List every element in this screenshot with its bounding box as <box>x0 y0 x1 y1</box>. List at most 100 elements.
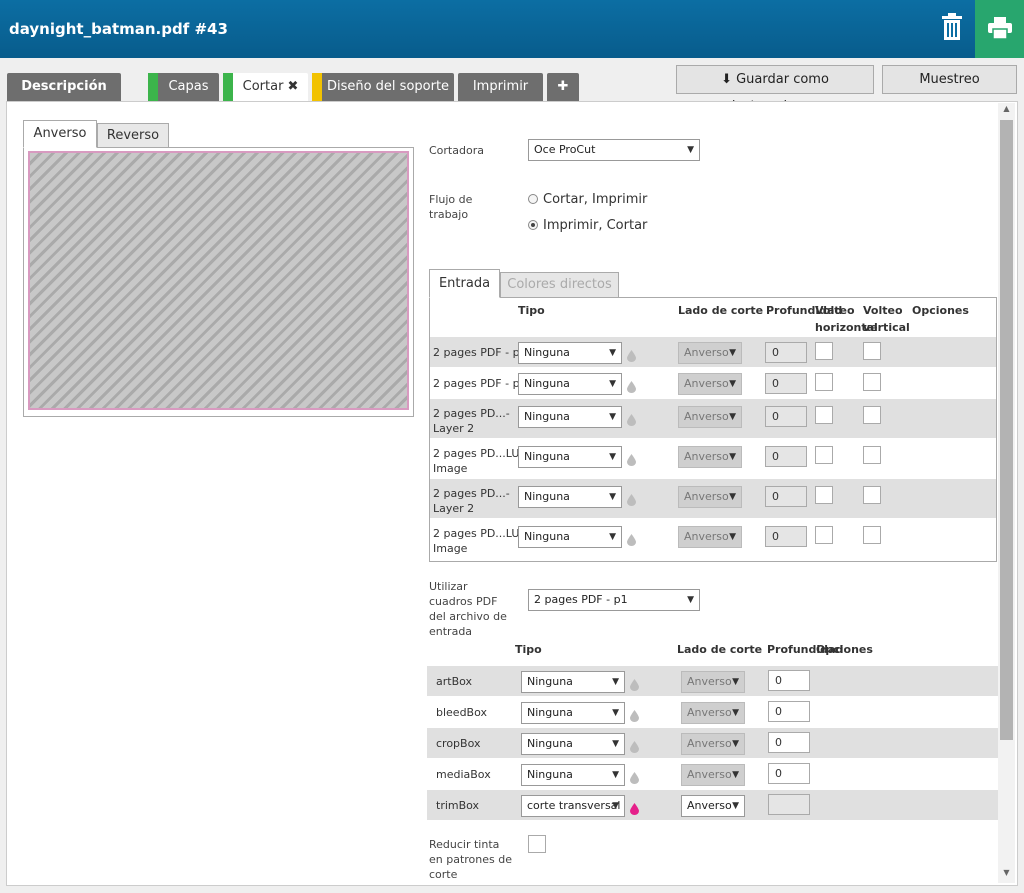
print-button[interactable] <box>975 0 1024 58</box>
status-mark <box>148 73 158 101</box>
trash-icon[interactable] <box>940 12 964 42</box>
depth-input[interactable]: 0 <box>765 373 807 394</box>
chevron-down-icon: ▼ <box>729 379 736 389</box>
tab-front[interactable]: Anverso <box>23 120 97 148</box>
side-select: Anverso ▼ <box>678 526 742 548</box>
tab-description[interactable]: Descripción <box>7 73 121 101</box>
status-mark <box>312 73 322 101</box>
pdfbox-label-4: entrada <box>429 625 473 638</box>
row-name-2: Image <box>433 542 468 555</box>
box-type-select[interactable]: Ninguna ▼ <box>521 702 625 724</box>
type-select[interactable]: Ninguna ▼ <box>518 526 622 548</box>
radio-cut-print[interactable]: Cortar, Imprimir <box>528 192 647 207</box>
row-name: 2 pages PD...LUE <box>433 447 527 460</box>
row-name: 2 pages PDF - p2 <box>433 377 527 390</box>
scrollbar-thumb[interactable] <box>1000 120 1013 740</box>
tab-input[interactable]: Entrada <box>429 269 500 298</box>
box-side-select[interactable]: Anverso ▼ <box>681 795 745 817</box>
chevron-down-icon: ▼ <box>612 677 619 687</box>
chevron-down-icon: ▼ <box>732 677 739 687</box>
type-select[interactable]: Ninguna ▼ <box>518 406 622 428</box>
box-type-select[interactable]: Ninguna ▼ <box>521 671 625 693</box>
add-tab-button[interactable]: ✚ <box>547 73 579 101</box>
depth-input[interactable]: 0 <box>765 446 807 467</box>
flip-horizontal-checkbox[interactable] <box>815 373 833 391</box>
sample-button[interactable]: Muestreo <box>882 65 1017 94</box>
flip-horizontal-checkbox[interactable] <box>815 486 833 504</box>
depth-input[interactable]: 0 <box>765 406 807 427</box>
row-name-2: Layer 2 <box>433 422 475 435</box>
flip-vertical-checkbox[interactable] <box>863 526 881 544</box>
type-select[interactable]: Ninguna ▼ <box>518 342 622 364</box>
box-name: bleedBox <box>436 706 488 719</box>
tab-cut[interactable]: Cortar ✖ <box>223 73 308 103</box>
tab-print[interactable]: Imprimir <box>458 73 543 101</box>
box-depth-input[interactable]: 0 <box>768 670 810 691</box>
side-select: Anverso ▼ <box>678 373 742 395</box>
flip-horizontal-checkbox[interactable] <box>815 342 833 360</box>
workflow-label-1: Flujo de <box>429 193 473 206</box>
close-icon[interactable]: ✖ <box>287 79 298 94</box>
reduce-label-3: corte <box>429 868 458 881</box>
row-name-2: Layer 2 <box>433 502 475 515</box>
drop-icon <box>627 531 636 546</box>
pdfbox-select[interactable]: 2 pages PDF - p1 ▼ <box>528 589 700 611</box>
tab-spot-colors[interactable]: Colores directos <box>500 272 619 298</box>
tab-back[interactable]: Reverso <box>97 123 169 148</box>
box-type-select[interactable]: corte transversal ▼ <box>521 795 625 817</box>
depth-input[interactable]: 0 <box>765 486 807 507</box>
tab-media-layout[interactable]: Diseño del soporte <box>312 73 454 101</box>
flip-vertical-checkbox[interactable] <box>863 446 881 464</box>
radio-print-cut[interactable]: Imprimir, Cortar <box>528 218 647 233</box>
box-type-select[interactable]: Ninguna ▼ <box>521 764 625 786</box>
save-as-instructions-button[interactable]: ⬇ Guardar como instrucciones <box>676 65 874 114</box>
box-name: cropBox <box>436 737 481 750</box>
type-select[interactable]: Ninguna ▼ <box>518 486 622 508</box>
flip-horizontal-checkbox[interactable] <box>815 406 833 424</box>
scroll-down-icon[interactable]: ▼ <box>1001 868 1012 880</box>
chevron-down-icon: ▼ <box>612 739 619 749</box>
box-depth-input[interactable]: 0 <box>768 732 810 753</box>
chevron-down-icon: ▼ <box>729 412 736 422</box>
box-depth-input[interactable] <box>768 794 810 815</box>
box-depth-input[interactable]: 0 <box>768 701 810 722</box>
col-type: Tipo <box>515 643 542 656</box>
drop-icon <box>630 769 639 784</box>
type-select[interactable]: Ninguna ▼ <box>518 373 622 395</box>
chevron-down-icon: ▼ <box>732 770 739 780</box>
depth-input[interactable]: 0 <box>765 526 807 547</box>
box-side-select: Anverso ▼ <box>681 671 745 693</box>
scroll-up-icon[interactable]: ▲ <box>1001 104 1012 116</box>
cutter-select[interactable]: Oce ProCut ▼ <box>528 139 700 161</box>
flip-horizontal-checkbox[interactable] <box>815 526 833 544</box>
flip-vertical-checkbox[interactable] <box>863 342 881 360</box>
col-side: Lado de corte <box>678 304 764 317</box>
status-mark <box>223 73 233 103</box>
drop-icon <box>627 378 636 393</box>
flip-vertical-checkbox[interactable] <box>863 373 881 391</box>
drop-icon <box>630 738 639 753</box>
pdfbox-label-1: Utilizar <box>429 580 468 593</box>
reduce-ink-checkbox[interactable] <box>528 835 546 853</box>
row-name: 2 pages PD...- <box>433 487 510 500</box>
tab-layers[interactable]: Capas <box>148 73 219 101</box>
flip-horizontal-checkbox[interactable] <box>815 446 833 464</box>
flip-vertical-checkbox[interactable] <box>863 406 881 424</box>
chevron-down-icon: ▼ <box>609 348 616 358</box>
radio-on <box>528 220 538 230</box>
chevron-down-icon: ▼ <box>732 708 739 718</box>
depth-input[interactable]: 0 <box>765 342 807 363</box>
type-select[interactable]: Ninguna ▼ <box>518 446 622 468</box>
drop-icon <box>627 491 636 506</box>
box-type-select[interactable]: Ninguna ▼ <box>521 733 625 755</box>
chevron-down-icon: ▼ <box>729 532 736 542</box>
col-flip-v-2: vertical <box>863 321 910 334</box>
chevron-down-icon: ▼ <box>609 532 616 542</box>
box-side-select: Anverso ▼ <box>681 733 745 755</box>
flip-vertical-checkbox[interactable] <box>863 486 881 504</box>
box-depth-input[interactable]: 0 <box>768 763 810 784</box>
drop-icon <box>627 451 636 466</box>
col-options: Opciones <box>912 304 969 317</box>
workflow-label-2: trabajo <box>429 208 469 221</box>
drop-icon <box>630 800 639 815</box>
